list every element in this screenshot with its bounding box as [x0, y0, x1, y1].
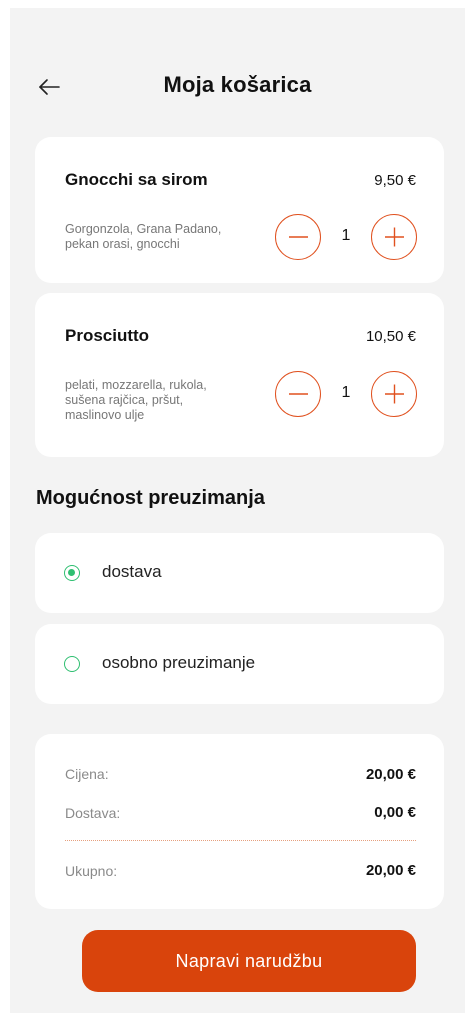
minus-icon	[289, 236, 308, 238]
delivery-value: 0,00 €	[374, 804, 416, 821]
total-value: 20,00 €	[365, 862, 416, 879]
plus-icon	[385, 227, 404, 247]
pickup-section-title: Mogućnost preuzimanja	[36, 487, 265, 509]
delivery-label: Dostava:	[65, 805, 121, 821]
item-description-line: maslinovo ulje	[65, 408, 145, 422]
item-name: Prosciutto	[65, 326, 150, 345]
quantity-value: 1	[341, 384, 351, 401]
item-description-line: Gorgonzola, Grana Padano,	[65, 222, 222, 236]
decrease-quantity-button[interactable]	[275, 214, 321, 260]
radio-button-unchecked[interactable]	[64, 656, 80, 672]
quantity-stepper: 1	[275, 214, 417, 260]
item-description-line: pekan orasi, gnocchi	[65, 237, 180, 251]
total-label: Ukupno:	[65, 863, 118, 879]
item-description-line: pelati, mozzarella, rukola,	[65, 378, 207, 392]
header: Moja košarica	[10, 68, 465, 108]
radio-button-checked[interactable]	[64, 565, 80, 581]
pickup-option-personal[interactable]: osobno preuzimanje	[35, 624, 444, 704]
place-order-button[interactable]: Napravi narudžbu	[82, 930, 416, 992]
item-price: 9,50 €	[374, 172, 416, 189]
item-description: pelati, mozzarella, rukola, sušena rajči…	[65, 378, 275, 423]
item-description-line: sušena rajčica, pršut,	[65, 393, 184, 407]
cart-screen: Moja košarica Gnocchi sa sirom 9,50 € Go…	[10, 8, 465, 1013]
price-value: 20,00 €	[365, 766, 416, 783]
pickup-option-label: osobno preuzimanje	[102, 653, 256, 672]
pickup-option-label: dostava	[102, 562, 162, 581]
increase-quantity-button[interactable]	[371, 214, 417, 260]
quantity-value: 1	[341, 227, 351, 244]
quantity-stepper: 1	[275, 371, 417, 417]
decrease-quantity-button[interactable]	[275, 371, 321, 417]
cart-item-card: Gnocchi sa sirom 9,50 € Gorgonzola, Gran…	[35, 137, 444, 283]
page-title: Moja košarica	[163, 72, 312, 97]
pickup-option-delivery[interactable]: dostava	[35, 533, 444, 613]
price-label: Cijena:	[65, 766, 109, 782]
order-summary: Cijena: 20,00 € Dostava: 0,00 € Ukupno: …	[35, 734, 444, 909]
summary-divider	[65, 840, 416, 841]
item-description: Gorgonzola, Grana Padano, pekan orasi, g…	[65, 222, 275, 252]
increase-quantity-button[interactable]	[371, 371, 417, 417]
item-name: Gnocchi sa sirom	[65, 170, 208, 189]
item-price: 10,50 €	[365, 328, 416, 345]
cart-item-card: Prosciutto 10,50 € pelati, mozzarella, r…	[35, 293, 444, 457]
plus-icon	[385, 384, 404, 404]
minus-icon	[289, 393, 308, 395]
